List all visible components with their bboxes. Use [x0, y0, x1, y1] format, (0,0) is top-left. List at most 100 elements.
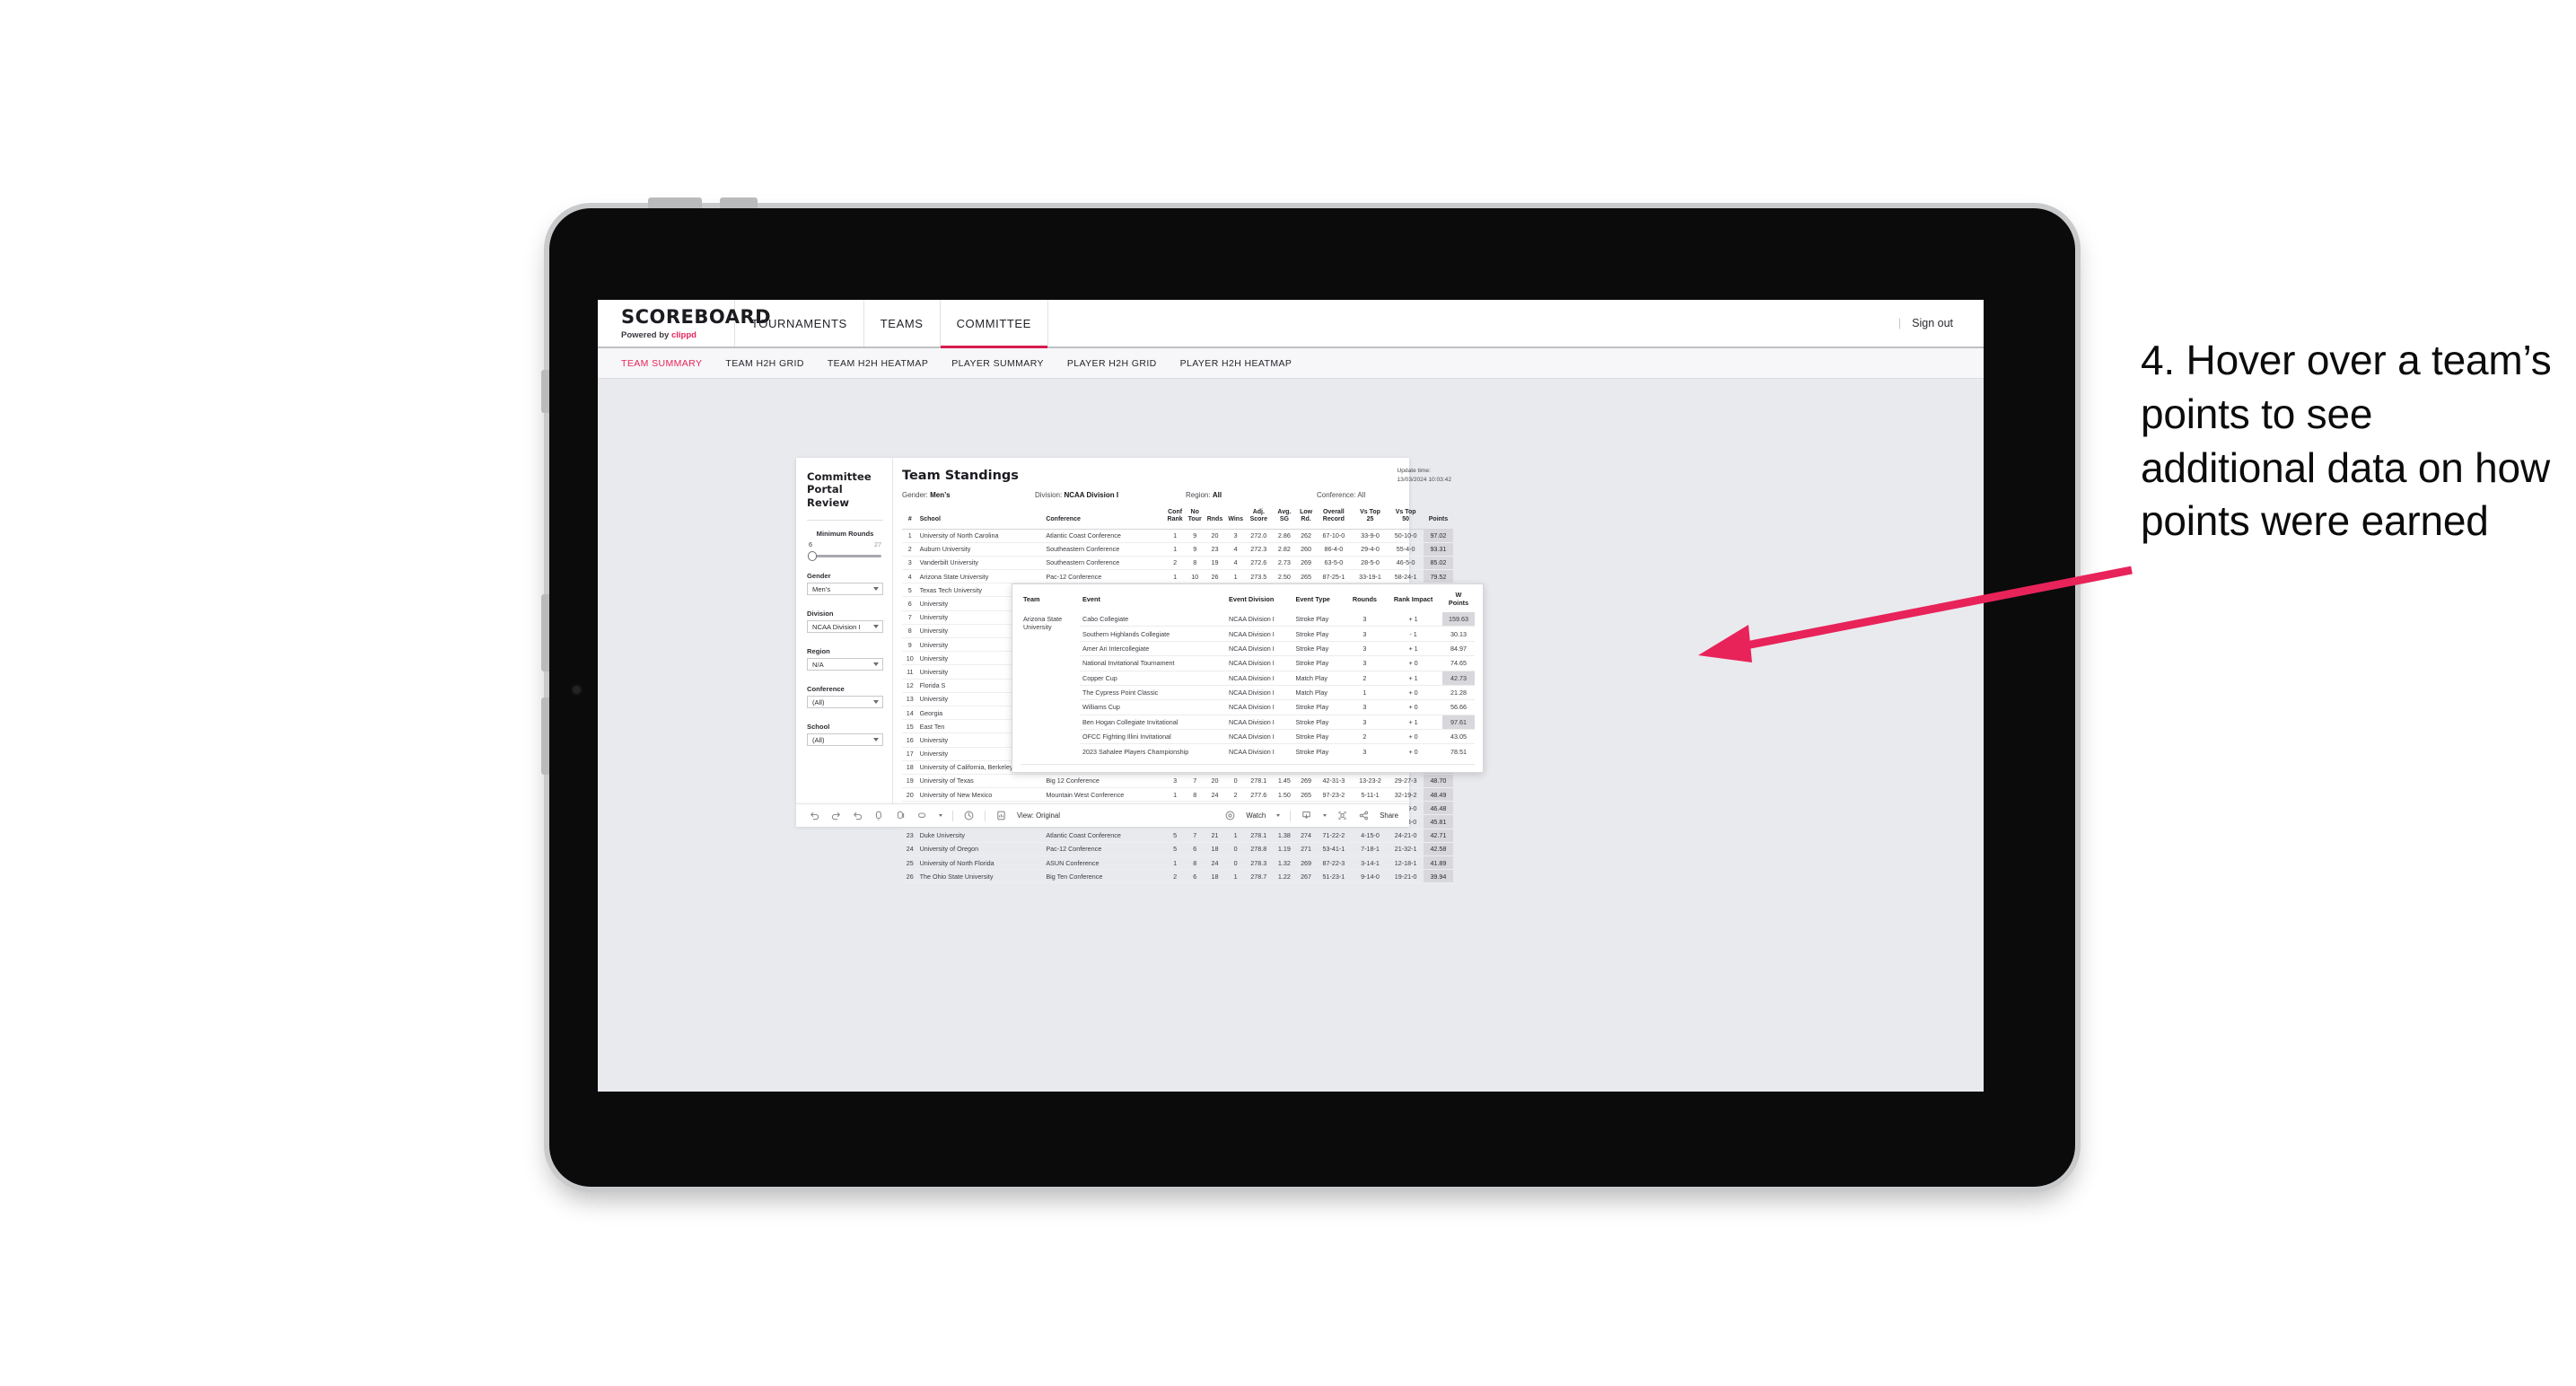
table-cell: 20	[1204, 774, 1226, 789]
standings-col-header[interactable]: Conference	[1044, 506, 1165, 530]
toolbar-separator	[1290, 810, 1292, 821]
table-cell: 2	[902, 542, 918, 557]
device-camera	[571, 684, 583, 696]
region-select[interactable]: N/A	[807, 658, 883, 671]
standings-col-header[interactable]: School	[917, 506, 1045, 530]
view-icon[interactable]	[995, 810, 1007, 821]
table-row[interactable]: 1 University of North Carolina Atlantic Co…	[902, 529, 1453, 543]
table-row[interactable]: 23 Duke University Atlantic Coast Conferen…	[902, 829, 1453, 843]
table-row[interactable]: 24 University of Oregon Pac-12 Conference 5…	[902, 842, 1453, 857]
tab-team-h2h-heatmap[interactable]: TEAM H2H HEATMAP	[828, 358, 928, 369]
standings-col-header[interactable]: Wins	[1225, 506, 1247, 530]
points-cell[interactable]: 45.81	[1423, 814, 1453, 829]
points-cell[interactable]: 48.70	[1423, 774, 1453, 789]
table-cell: 1.32	[1271, 855, 1298, 871]
table-row[interactable]: 3 Vanderbilt University Southeastern Confe…	[902, 556, 1453, 571]
table-row[interactable]: 20 University of New Mexico Mountain West …	[902, 787, 1453, 803]
share-label[interactable]: Share	[1380, 811, 1398, 820]
tooltip-cell-event: The Cypress Point Classic	[1080, 684, 1227, 700]
standings-col-header[interactable]: Conf Rank	[1164, 506, 1186, 530]
filter-divider	[807, 520, 883, 522]
tab-player-h2h-grid[interactable]: PLAYER H2H GRID	[1067, 358, 1157, 369]
undo-icon[interactable]	[809, 810, 820, 821]
chevron-down-icon	[873, 662, 879, 667]
points-cell[interactable]: 85.02	[1423, 556, 1453, 571]
pause-icon[interactable]	[895, 810, 907, 821]
table-row[interactable]: 26 The Ohio State University Big Ten Confe…	[902, 869, 1453, 884]
watch-label[interactable]: Watch	[1246, 811, 1266, 820]
nav-item-teams[interactable]: TEAMS	[864, 300, 941, 346]
breadcrumb-conference: Conference: All	[1317, 491, 1453, 499]
points-cell[interactable]: 41.89	[1423, 855, 1453, 871]
points-cell[interactable]: 93.31	[1423, 542, 1453, 557]
share-icon[interactable]	[1358, 810, 1370, 821]
signout-link[interactable]: Sign out	[1912, 317, 1953, 329]
table-row[interactable]: 4 Arizona State University Pac-12 Conferen…	[902, 569, 1453, 584]
pause-auto-update-icon[interactable]	[963, 810, 975, 821]
refresh-icon[interactable]	[873, 810, 885, 821]
points-cell[interactable]: 79.52	[1423, 569, 1453, 584]
tooltip-col-header: Event Division	[1229, 594, 1275, 603]
standings-col-header[interactable]: Avg. SG	[1271, 506, 1298, 530]
standings-col-header[interactable]: #	[902, 506, 918, 530]
standings-col-header[interactable]: Vs Top 25	[1352, 506, 1389, 530]
nav-item-tournaments[interactable]: TOURNAMENTS	[735, 300, 864, 346]
school-select[interactable]: (All)	[807, 733, 883, 747]
fullscreen-icon[interactable]	[1336, 810, 1348, 821]
standings-col-header[interactable]: Rnds	[1204, 506, 1226, 530]
tooltip-cell-event: Southern Highlands Collegiate	[1080, 626, 1227, 642]
table-cell: University of North Florida	[917, 855, 1045, 871]
view-label[interactable]: View: Original	[1017, 811, 1060, 820]
gender-select[interactable]: Men’s	[807, 583, 883, 596]
table-cell: 7	[1185, 829, 1205, 843]
revert-icon[interactable]	[852, 810, 863, 821]
nav-item-committee[interactable]: COMMITTEE	[940, 300, 1048, 348]
region-value: N/A	[812, 660, 824, 669]
table-cell: 5	[1164, 842, 1186, 857]
minimum-rounds-slider[interactable]	[808, 551, 881, 562]
points-cell[interactable]: 42.58	[1423, 842, 1453, 857]
tab-team-summary[interactable]: TEAM SUMMARY	[621, 358, 702, 369]
tab-team-h2h-grid[interactable]: TEAM H2H GRID	[725, 358, 803, 369]
tab-player-h2h-heatmap[interactable]: PLAYER H2H HEATMAP	[1180, 358, 1292, 369]
watch-icon[interactable]	[1224, 810, 1236, 821]
points-cell[interactable]: 42.71	[1423, 829, 1453, 843]
conference-select[interactable]: (All)	[807, 696, 883, 709]
table-row[interactable]: 25 University of North Florida ASUN Confer…	[902, 855, 1453, 871]
table-cell: ASUN Conference	[1044, 855, 1165, 871]
table-cell: 29-27-3	[1388, 774, 1424, 789]
standings-col-header[interactable]: No Tour	[1185, 506, 1205, 530]
chevron-down-icon[interactable]	[1276, 814, 1281, 817]
brand-logo[interactable]: SCOREBOARD Powered by clippd	[598, 300, 771, 346]
division-select[interactable]: NCAA Division I	[807, 620, 883, 634]
points-cell[interactable]: 97.02	[1423, 529, 1453, 543]
standings-col-header[interactable]: Adj. Score	[1246, 506, 1272, 530]
subtab-bar: TEAM SUMMARY TEAM H2H GRID TEAM H2H HEAT…	[598, 348, 1984, 379]
tab-player-summary[interactable]: PLAYER SUMMARY	[951, 358, 1044, 369]
table-row[interactable]: 19 University of Texas Big 12 Conference 3 7…	[902, 774, 1453, 789]
chevron-down-icon	[873, 587, 879, 592]
redo-icon[interactable]	[830, 810, 842, 821]
device-button-volume-up	[541, 594, 549, 671]
brand-subtitle: Powered by clippd	[621, 330, 734, 340]
table-cell: 23	[902, 829, 918, 843]
filter-school: School (All)	[807, 723, 883, 747]
standings-col-header[interactable]: Vs Top 50	[1388, 506, 1424, 530]
chevron-down-icon[interactable]	[939, 814, 942, 817]
table-cell: 33-9-0	[1352, 529, 1389, 543]
tooltip-cell-division: NCAA Division I	[1226, 684, 1293, 700]
points-cell[interactable]: 46.48	[1423, 801, 1453, 816]
tooltip-cell-type: Stroke Play	[1292, 714, 1345, 730]
standings-col-header[interactable]: Points	[1423, 506, 1453, 530]
chevron-down-icon[interactable]	[1323, 814, 1327, 817]
tooltip-cell-impact: + 1	[1384, 714, 1442, 730]
minimum-rounds-slider-handle[interactable]	[808, 551, 817, 562]
tooltip-cell-rounds: 3	[1362, 615, 1367, 624]
download-icon[interactable]	[1301, 810, 1312, 821]
undo-all-icon[interactable]	[916, 810, 928, 821]
standings-col-header[interactable]: Low Rd.	[1297, 506, 1315, 530]
standings-col-header[interactable]: Overall Record	[1314, 506, 1353, 530]
points-cell[interactable]: 39.94	[1423, 869, 1453, 884]
table-row[interactable]: 2 Auburn University Southeastern Conferenc…	[902, 542, 1453, 557]
points-cell[interactable]: 48.49	[1423, 787, 1453, 803]
